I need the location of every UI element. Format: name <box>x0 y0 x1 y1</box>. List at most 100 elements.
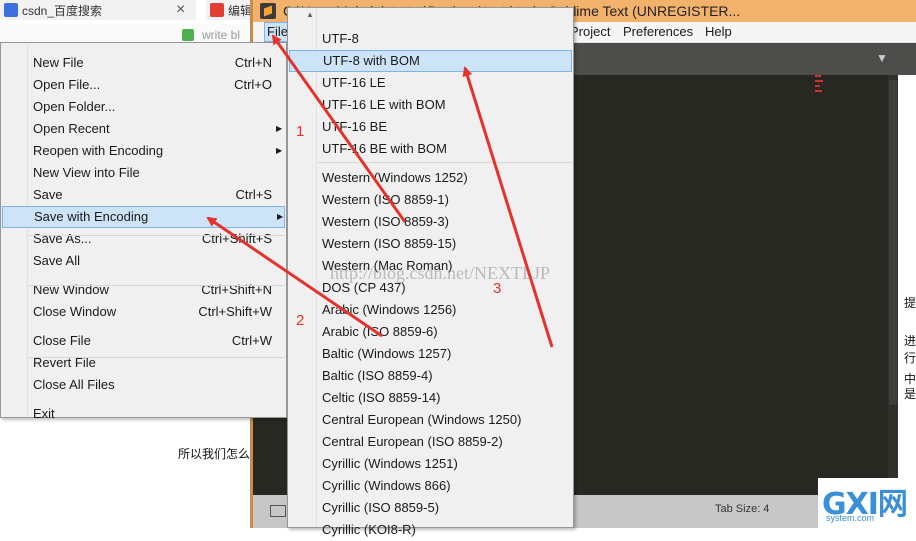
menu-item-label: Save All <box>33 253 80 268</box>
encoding-item-label: Western (ISO 8859-1) <box>322 192 449 207</box>
encoding-item-utf-8[interactable]: UTF-8 <box>289 28 572 50</box>
encoding-item-label: Arabic (ISO 8859-6) <box>322 324 438 339</box>
menu-item-revert-file[interactable]: Revert File <box>2 352 285 374</box>
encoding-item-western-iso-8859-15[interactable]: Western (ISO 8859-15) <box>289 233 572 255</box>
browser-tab-editor[interactable]: 编辑 <box>206 0 254 20</box>
browser-tab-label: 编辑 <box>228 3 253 18</box>
site-logo-subtext: system.com <box>826 513 875 523</box>
encoding-item-cyrillic-koi8-r[interactable]: Cyrillic (KOI8-R) <box>289 519 572 541</box>
tab-list-dropdown-icon[interactable]: ▼ <box>876 51 888 65</box>
menu-item-shortcut: Ctrl+Shift+N <box>201 282 272 297</box>
encoding-item-label: Arabic (Windows 1256) <box>322 302 457 317</box>
encoding-item-western-iso-8859-3[interactable]: Western (ISO 8859-3) <box>289 211 572 233</box>
address-text: write bl <box>202 28 241 42</box>
menu-separator <box>29 235 285 236</box>
encoding-item-label: Western (ISO 8859-3) <box>322 214 449 229</box>
side-text: 进行 <box>904 334 916 365</box>
menu-item-new-view-into-file[interactable]: New View into File <box>2 162 285 184</box>
menu-item-close-all-files[interactable]: Close All Files <box>2 374 285 396</box>
menu-item-save-with-encoding[interactable]: Save with Encoding ▶ <box>2 206 285 228</box>
menu-item-label: Reopen with Encoding <box>33 143 164 158</box>
menu-item-open-recent[interactable]: Open Recent ▶ <box>2 118 285 140</box>
menu-item-shortcut: Ctrl+Shift+S <box>201 231 272 246</box>
encoding-item-label: Western (ISO 8859-15) <box>322 236 457 251</box>
encoding-item-western-iso-8859-1[interactable]: Western (ISO 8859-1) <box>289 189 572 211</box>
encoding-item-label: Central European (ISO 8859-2) <box>322 434 503 449</box>
watermark: http://blog.csdn.net/NEXTLJP <box>330 263 550 283</box>
browser-tab-csdn[interactable]: csdn_百度搜索 × <box>0 0 196 20</box>
menu-item-open-file[interactable]: Open File... Ctrl+O <box>2 74 285 96</box>
encoding-item-central-european-iso-8859-2[interactable]: Central European (ISO 8859-2) <box>289 431 572 453</box>
encoding-item-western-windows-1252[interactable]: Western (Windows 1252) <box>289 167 572 189</box>
menu-item-save-as[interactable]: Save As... Ctrl+Shift+S <box>2 228 285 250</box>
menu-item-shortcut: Ctrl+S <box>235 187 272 202</box>
menu-preferences[interactable]: Preferences <box>621 22 695 42</box>
menu-item-new-file[interactable]: New File Ctrl+N <box>2 52 285 74</box>
encoding-item-label: Western (Windows 1252) <box>322 170 468 185</box>
encoding-item-utf-16-le[interactable]: UTF-16 LE <box>289 72 572 94</box>
menu-item-label: Revert File <box>33 355 96 370</box>
encoding-item-baltic-windows-1257[interactable]: Baltic (Windows 1257) <box>289 343 572 365</box>
close-icon[interactable]: × <box>176 1 185 19</box>
step-1-label: 1 <box>296 123 305 140</box>
tab-size-status[interactable]: Tab Size: 4 <box>715 503 769 515</box>
browser-tab-label: csdn_百度搜索 <box>22 3 103 18</box>
scrollbar-thumb[interactable] <box>889 80 897 405</box>
encoding-item-utf-16-be[interactable]: UTF-16 BE <box>289 116 572 138</box>
scroll-up-arrow-icon[interactable]: ▲ <box>306 10 314 19</box>
sublime-logo-icon <box>260 3 276 19</box>
encoding-item-arabic-windows-1256[interactable]: Arabic (Windows 1256) <box>289 299 572 321</box>
encoding-item-central-european-windows-1250[interactable]: Central European (Windows 1250) <box>289 409 572 431</box>
menu-item-label: Save with Encoding <box>34 209 149 224</box>
encoding-item-label: Celtic (ISO 8859-14) <box>322 390 441 405</box>
encoding-item-label: Baltic (Windows 1257) <box>322 346 452 361</box>
menu-item-save[interactable]: Save Ctrl+S <box>2 184 285 206</box>
encoding-item-arabic-iso-8859-6[interactable]: Arabic (ISO 8859-6) <box>289 321 572 343</box>
encoding-item-label: Central European (Windows 1250) <box>322 412 522 427</box>
encoding-item-label: UTF-8 with BOM <box>323 53 420 68</box>
submenu-arrow-icon: ▶ <box>276 146 283 155</box>
encoding-item-label: UTF-16 BE with BOM <box>322 141 447 156</box>
csdn-logo-icon <box>210 3 224 17</box>
menu-separator <box>29 357 285 358</box>
minimap[interactable] <box>815 75 823 95</box>
menu-item-label: Exit <box>33 406 55 421</box>
menu-item-close-window[interactable]: Close Window Ctrl+Shift+W <box>2 301 285 323</box>
menu-item-label: Close All Files <box>33 377 115 392</box>
side-text: 是 <box>904 387 916 401</box>
encoding-item-label: UTF-16 BE <box>322 119 388 134</box>
menu-item-reopen-with-encoding[interactable]: Reopen with Encoding ▶ <box>2 140 285 162</box>
background-page-strip <box>898 75 916 495</box>
side-text: 提 <box>904 296 916 310</box>
menu-item-exit[interactable]: Exit <box>2 403 285 425</box>
menu-help[interactable]: Help <box>703 22 734 42</box>
encoding-item-cyrillic-iso-8859-5[interactable]: Cyrillic (ISO 8859-5) <box>289 497 572 519</box>
menu-item-close-file[interactable]: Close File Ctrl+W <box>2 330 285 352</box>
menu-item-shortcut: Ctrl+O <box>234 77 272 92</box>
encoding-item-celtic-iso-8859-14[interactable]: Celtic (ISO 8859-14) <box>289 387 572 409</box>
encoding-item-label: UTF-8 <box>322 31 359 46</box>
menu-separator <box>318 162 572 163</box>
encoding-item-utf-16-be-with-bom[interactable]: UTF-16 BE with BOM <box>289 138 572 160</box>
menu-item-new-window[interactable]: New Window Ctrl+Shift+N <box>2 279 285 301</box>
encoding-item-label: Cyrillic (ISO 8859-5) <box>322 500 440 515</box>
encoding-item-label: Cyrillic (Windows 866) <box>322 478 451 493</box>
menu-item-save-all[interactable]: Save All <box>2 250 285 272</box>
encoding-item-label: Baltic (ISO 8859-4) <box>322 368 433 383</box>
menu-item-shortcut: Ctrl+N <box>234 55 272 70</box>
submenu-arrow-icon: ▶ <box>277 212 284 221</box>
file-menu: New File Ctrl+N Open File... Ctrl+O Open Fol… <box>0 42 287 421</box>
encoding-item-baltic-iso-8859-4[interactable]: Baltic (ISO 8859-4) <box>289 365 572 387</box>
encoding-item-label: UTF-16 LE <box>322 75 386 90</box>
encoding-item-utf-16-le-with-bom[interactable]: UTF-16 LE with BOM <box>289 94 572 116</box>
encoding-item-label: Cyrillic (Windows 1251) <box>322 456 458 471</box>
encoding-item-cyrillic-windows-866[interactable]: Cyrillic (Windows 866) <box>289 475 572 497</box>
menu-item-label: Open Folder... <box>33 99 116 114</box>
menu-item-open-folder[interactable]: Open Folder... <box>2 96 285 118</box>
encoding-item-cyrillic-windows-1251[interactable]: Cyrillic (Windows 1251) <box>289 453 572 475</box>
baidu-paw-icon <box>4 3 18 17</box>
menu-project[interactable]: Project <box>568 22 612 42</box>
panel-toggle-icon[interactable] <box>270 505 286 517</box>
encoding-item-utf-8-with-bom[interactable]: UTF-8 with BOM <box>289 50 572 72</box>
menu-item-label: New View into File <box>33 165 140 180</box>
